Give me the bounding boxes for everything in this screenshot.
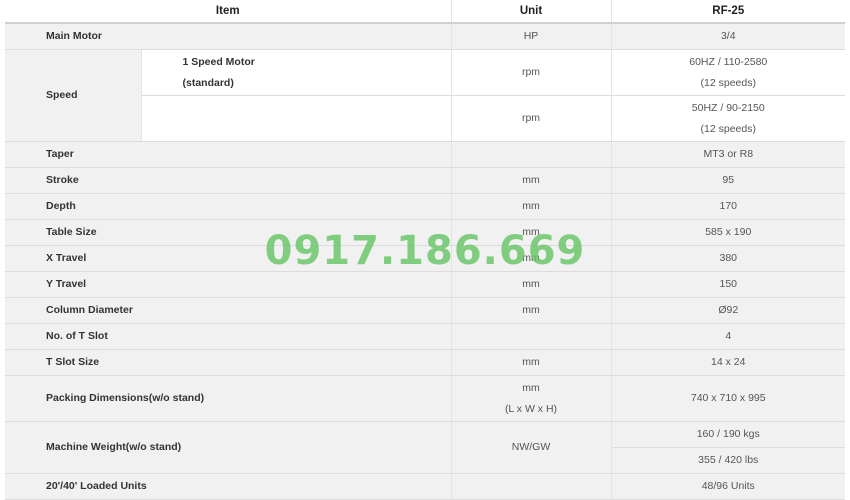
speed-value-line2: (12 speeds) xyxy=(700,76,756,89)
spec-table: Item Unit RF-25 Main Motor HP 3/4 Speed … xyxy=(5,0,845,500)
row-unit: rpm xyxy=(451,95,612,142)
row-value: 170 xyxy=(611,193,845,220)
table-row: Column Diameter mm Ø92 xyxy=(5,297,845,324)
row-unit: mm (L x W x H) xyxy=(451,375,612,422)
row-label: Y Travel xyxy=(5,271,452,298)
row-label: Depth xyxy=(5,193,452,220)
row-value: 380 xyxy=(611,245,845,272)
row-value: 150 xyxy=(611,271,845,298)
packing-unit-line1: mm xyxy=(522,381,540,394)
table-row: 20'/40' Loaded Units 48/96 Units xyxy=(5,473,845,500)
row-value: 50HZ / 90-2150 (12 speeds) xyxy=(611,95,845,142)
speed-sub-label: 1 Speed Motor (standard) xyxy=(141,49,452,96)
row-label: No. of T Slot xyxy=(5,323,452,350)
speed-value-line1: 50HZ / 90-2150 xyxy=(691,101,765,114)
header-unit: Unit xyxy=(451,0,612,24)
row-label: Packing Dimensions(w/o stand) xyxy=(5,375,452,422)
row-unit: HP xyxy=(451,23,612,50)
row-label: Table Size xyxy=(5,219,452,246)
table-row: Packing Dimensions(w/o stand) mm (L x W … xyxy=(5,375,845,422)
table-row: Depth mm 170 xyxy=(5,193,845,220)
table-row: Machine Weight(w/o stand) NW/GW 160 / 19… xyxy=(5,421,845,474)
speed-sub-label-empty xyxy=(141,95,452,142)
speed-value-line1: 60HZ / 110-2580 xyxy=(689,55,768,68)
speed-sub-label-line2: (standard) xyxy=(182,76,234,89)
row-value: 355 / 420 lbs xyxy=(611,447,845,474)
row-value: 60HZ / 110-2580 (12 speeds) xyxy=(611,49,845,96)
table-row: T Slot Size mm 14 x 24 xyxy=(5,349,845,376)
row-value: 4 xyxy=(611,323,845,350)
row-unit: mm xyxy=(451,245,612,272)
row-value: 14 x 24 xyxy=(611,349,845,376)
table-row: Speed 1 Speed Motor (standard) rpm 60HZ … xyxy=(5,49,845,142)
row-unit xyxy=(451,323,612,350)
table-row: Stroke mm 95 xyxy=(5,167,845,194)
row-value: 95 xyxy=(611,167,845,194)
speed-sub-label-line1: 1 Speed Motor xyxy=(182,55,255,68)
table-row: Taper MT3 or R8 xyxy=(5,141,845,168)
speed-value-line2: (12 speeds) xyxy=(700,122,756,135)
speed-label: Speed xyxy=(5,49,142,142)
table-row: Table Size mm 585 x 190 xyxy=(5,219,845,246)
row-unit: mm xyxy=(451,349,612,376)
row-unit xyxy=(451,141,612,168)
row-value: 160 / 190 kgs xyxy=(611,421,845,448)
row-value: 48/96 Units xyxy=(611,473,845,500)
row-value: 740 x 710 x 995 xyxy=(611,375,845,422)
table-row: Y Travel mm 150 xyxy=(5,271,845,298)
header-model: RF-25 xyxy=(611,0,845,24)
row-unit: mm xyxy=(451,271,612,298)
row-label: Column Diameter xyxy=(5,297,452,324)
row-unit: rpm xyxy=(451,49,612,96)
row-value: Ø92 xyxy=(611,297,845,324)
packing-unit-line2: (L x W x H) xyxy=(504,402,558,415)
row-value: 3/4 xyxy=(611,23,845,50)
row-value: 585 x 190 xyxy=(611,219,845,246)
row-unit: mm xyxy=(451,297,612,324)
row-label: Stroke xyxy=(5,167,452,194)
row-unit: mm xyxy=(451,167,612,194)
row-label: T Slot Size xyxy=(5,349,452,376)
row-label: X Travel xyxy=(5,245,452,272)
table-row: Main Motor HP 3/4 xyxy=(5,23,845,50)
row-unit: mm xyxy=(451,219,612,246)
header-row: Item Unit RF-25 xyxy=(5,0,845,24)
table-row: X Travel mm 380 xyxy=(5,245,845,272)
row-unit: mm xyxy=(451,193,612,220)
row-unit xyxy=(451,473,612,500)
row-label: 20'/40' Loaded Units xyxy=(5,473,452,500)
table-row: No. of T Slot 4 xyxy=(5,323,845,350)
row-label: Taper xyxy=(5,141,452,168)
row-label: Machine Weight(w/o stand) xyxy=(5,421,452,474)
row-label: Main Motor xyxy=(5,23,452,50)
row-unit: NW/GW xyxy=(451,421,612,474)
header-item: Item xyxy=(5,0,452,24)
row-value: MT3 or R8 xyxy=(611,141,845,168)
